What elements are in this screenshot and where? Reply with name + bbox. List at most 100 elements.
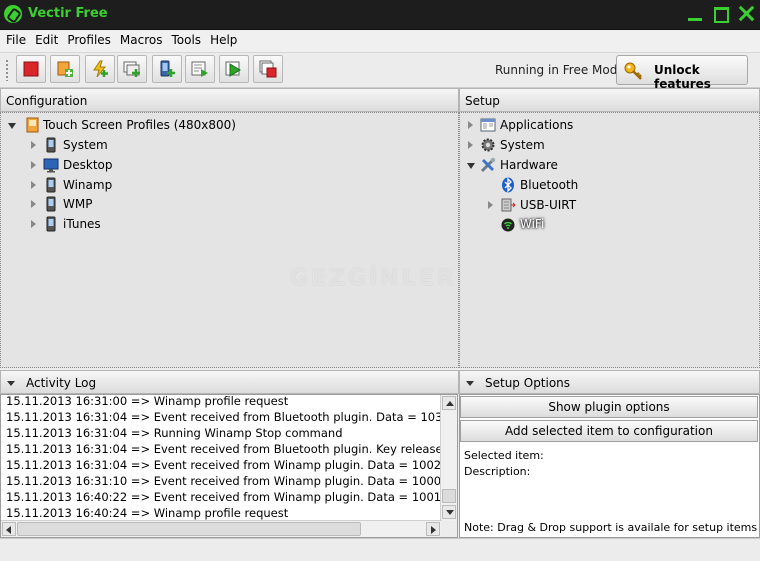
menu-macros[interactable]: Macros [117, 30, 166, 47]
run-macro-icon [191, 61, 208, 77]
phone-icon [46, 137, 56, 153]
add-action-icon [93, 60, 108, 78]
expand-arrow-icon[interactable] [31, 161, 36, 169]
activity-log[interactable]: 15.11.2013 16:31:00 => Winamp profile re… [0, 394, 458, 538]
tree-node-label: USB-UIRT [520, 198, 577, 212]
expand-arrow-icon[interactable] [31, 181, 36, 189]
setup-header-label: Setup [465, 94, 500, 108]
play-button[interactable] [219, 55, 249, 83]
close-button[interactable] [737, 5, 755, 23]
description-label: Description: [464, 465, 531, 478]
log-line: 15.11.2013 16:31:04 => Event received fr… [6, 458, 442, 472]
app-window: Vectir Free File Edit Profiles Macros Tools H… [0, 0, 760, 561]
tree-node-label: Touch Screen Profiles (480x800) [43, 118, 236, 132]
vertical-scrollbar[interactable] [440, 395, 457, 521]
tree-node-label: Bluetooth [520, 178, 579, 192]
collapse-arrow-icon[interactable] [467, 163, 475, 169]
bluetooth-icon [502, 177, 514, 193]
tools-icon [480, 157, 496, 173]
collapse-arrow-icon[interactable] [8, 123, 16, 129]
status-bar [0, 538, 760, 561]
tree-node-label: System [500, 138, 545, 152]
tree-node-label: Winamp [63, 178, 113, 192]
log-line: 15.11.2013 16:31:00 => Winamp profile re… [6, 394, 289, 408]
vertical-scroll-thumb[interactable] [442, 489, 456, 503]
expand-arrow-icon[interactable] [31, 141, 36, 149]
scroll-up-button[interactable] [442, 396, 456, 410]
run-macro-button[interactable] [185, 55, 215, 83]
stop-all-button[interactable] [253, 55, 283, 83]
show-plugin-options-button[interactable]: Show plugin options [460, 396, 758, 418]
setup-options-panel: Show plugin options Add selected item to… [459, 394, 760, 538]
stop-icon [23, 61, 39, 77]
stop-button[interactable] [16, 55, 46, 83]
title-bar[interactable]: Vectir Free [0, 0, 760, 30]
add-device-icon [160, 60, 175, 77]
window-title: Vectir Free [28, 6, 108, 21]
maximize-button[interactable] [712, 5, 730, 23]
phone-icon [46, 177, 56, 193]
log-line: 15.11.2013 16:40:22 => Event received fr… [6, 490, 442, 504]
scrollbar-corner [441, 521, 457, 537]
scroll-right-button[interactable] [426, 522, 440, 536]
minimize-button[interactable] [686, 5, 704, 23]
scroll-down-button[interactable] [442, 505, 456, 519]
setup-tree[interactable]: Applications System Hardware Bluetooth U… [459, 112, 760, 368]
log-line: 15.11.2013 16:31:04 => Running Winamp St… [6, 426, 343, 440]
play-icon [225, 61, 241, 77]
add-copy-button[interactable] [117, 55, 147, 83]
activity-log-header[interactable]: Activity Log [0, 370, 459, 394]
log-line: 15.11.2013 16:31:10 => Event received fr… [6, 474, 442, 488]
configuration-header: Configuration [0, 88, 459, 112]
tree-node-label: System [63, 138, 108, 152]
add-profile-icon [57, 61, 73, 77]
menu-tools[interactable]: Tools [169, 30, 205, 47]
toolbar-grip[interactable] [5, 59, 9, 81]
toolbar: Running in Free Mode Unlock features [0, 53, 760, 91]
log-line: 15.11.2013 16:40:24 => Winamp profile re… [6, 506, 289, 520]
free-mode-status: Running in Free Mode [495, 63, 625, 77]
add-device-button[interactable] [152, 55, 182, 83]
selected-item-label: Selected item: [464, 449, 544, 462]
menu-file[interactable]: File [3, 30, 29, 47]
horizontal-scrollbar[interactable] [1, 520, 442, 537]
tree-node-label: iTunes [63, 217, 101, 231]
monitor-icon [43, 158, 59, 173]
profile-folder-icon [26, 117, 39, 133]
add-copy-icon [123, 61, 140, 77]
expand-arrow-icon[interactable] [468, 121, 473, 129]
tree-node-label: Desktop [63, 158, 113, 172]
add-selected-item-button[interactable]: Add selected item to configuration [460, 420, 758, 442]
dropdown-arrow-icon[interactable] [466, 381, 474, 386]
horizontal-scroll-thumb[interactable] [17, 522, 361, 536]
add-profile-button[interactable] [50, 55, 80, 83]
configuration-header-label: Configuration [6, 94, 88, 108]
wifi-icon [501, 218, 515, 232]
expand-arrow-icon[interactable] [488, 201, 493, 209]
setup-options-header-label: Setup Options [485, 376, 571, 390]
expand-arrow-icon[interactable] [31, 200, 36, 208]
activity-log-lines: 15.11.2013 16:31:00 => Winamp profile re… [6, 394, 442, 521]
dropdown-arrow-icon[interactable] [7, 381, 15, 386]
unlock-features-label: Unlock features [654, 63, 711, 91]
activity-log-header-label: Activity Log [26, 376, 97, 390]
menu-bar: File Edit Profiles Macros Tools Help [0, 30, 760, 53]
setup-options-header[interactable]: Setup Options [459, 370, 760, 394]
configuration-tree[interactable]: Touch Screen Profiles (480x800) System D… [0, 112, 459, 368]
applications-window-icon [480, 118, 496, 132]
watermark: GEZGİNLER [290, 266, 457, 291]
menu-edit[interactable]: Edit [32, 30, 61, 47]
tree-node-label: Applications [500, 118, 574, 132]
stop-all-icon [259, 60, 277, 78]
expand-arrow-icon[interactable] [31, 220, 36, 228]
phone-icon [46, 196, 56, 212]
expand-arrow-icon[interactable] [468, 141, 473, 149]
unlock-features-button[interactable]: Unlock features [616, 55, 748, 91]
add-action-button[interactable] [85, 55, 115, 83]
menu-profiles[interactable]: Profiles [64, 30, 114, 47]
phone-icon [46, 216, 56, 232]
scroll-left-button[interactable] [2, 522, 16, 536]
log-line: 15.11.2013 16:31:04 => Event received fr… [6, 442, 442, 456]
menu-help[interactable]: Help [207, 30, 240, 47]
app-logo-icon [4, 5, 22, 23]
